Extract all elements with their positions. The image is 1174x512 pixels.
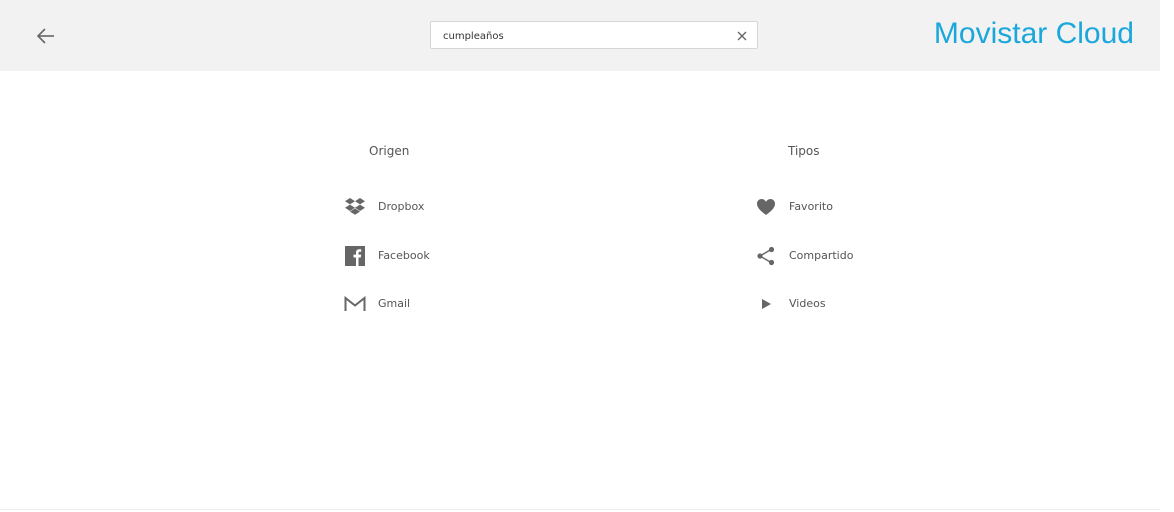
heart-icon [755,196,777,218]
origin-title: Origen [369,144,410,158]
close-icon [737,31,747,41]
top-bar: Movistar Cloud [0,0,1160,71]
filter-label: Compartido [789,249,854,262]
clear-search-button[interactable] [735,28,749,42]
filter-label: Videos [789,297,826,310]
brand-logo: Movistar Cloud [933,17,1134,50]
facebook-icon [344,245,366,267]
types-title: Tipos [788,144,820,158]
dropbox-icon [344,196,366,218]
arrow-left-icon [36,28,54,44]
search-box [430,21,758,49]
search-input[interactable] [443,27,723,45]
share-icon [755,245,777,267]
filter-label: Facebook [378,249,430,262]
gmail-icon [344,293,366,315]
divider [0,509,1160,510]
filter-label: Favorito [789,200,833,213]
play-icon [755,293,777,315]
back-button[interactable] [30,22,60,50]
filter-label: Gmail [378,297,411,310]
filter-label: Dropbox [378,200,425,213]
